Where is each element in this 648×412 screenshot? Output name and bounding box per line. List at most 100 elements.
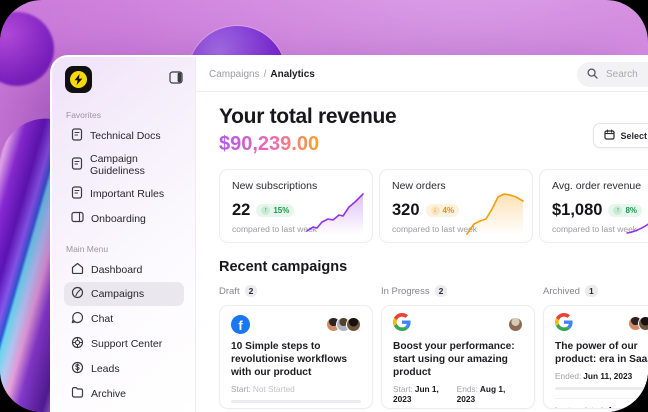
select-dates-label: Select Dates [620, 131, 648, 141]
sparkline-purple [306, 189, 364, 235]
breadcrumb-current: Analytics [270, 69, 314, 80]
arrow-up-icon: ↑ [613, 206, 622, 215]
delta-badge: ↓ 4% [426, 204, 460, 217]
avatar-group [628, 316, 648, 331]
sidebar-item-campaigns[interactable]: Campaigns [64, 282, 184, 306]
campaign-card-in-progress[interactable]: Boost your performance: start using our … [381, 305, 535, 409]
delta-value: 4% [443, 206, 455, 215]
sidebar-item-chat[interactable]: Chat [64, 307, 184, 331]
stat-value: $1,080 [552, 201, 602, 220]
document-icon [71, 128, 83, 144]
campaign-columns: Draft 2 f [219, 285, 648, 409]
sparkline-orange [466, 189, 524, 235]
column-archived: Archived 1 [543, 285, 648, 409]
column-name: In Progress [381, 286, 430, 297]
column-draft: Draft 2 f [219, 285, 373, 409]
stats-row: New subscriptions 22 ↑ 15% compared to l… [219, 169, 648, 243]
column-count-badge: 1 [585, 285, 598, 297]
column-in-progress: In Progress 2 [381, 285, 535, 409]
breadcrumb-parent[interactable]: Campaigns [209, 69, 260, 80]
updated-label: Last updated: [555, 405, 605, 409]
avatar [508, 317, 523, 332]
select-dates-button[interactable]: Select Dates [593, 123, 648, 148]
sidebar-item-label: Important Rules [90, 188, 164, 200]
column-name: Draft [219, 286, 240, 297]
sidebar-item-label: Chat [91, 313, 113, 325]
revenue-header: Your total revenue $90,239.00 Select Dat… [219, 105, 648, 156]
arrow-up-icon: ↑ [261, 206, 270, 215]
sidebar-item-label: Technical Docs [90, 130, 161, 142]
total-revenue-amount: $90,239.00 [219, 133, 319, 156]
sparkline-purple [626, 189, 648, 235]
delta-badge: ↑ 15% [256, 204, 294, 217]
sidebar-item-archive[interactable]: Archive [64, 382, 184, 405]
meta-label: Ends: [457, 384, 478, 394]
sidebar-item-label: Campaign Guideliness [90, 153, 177, 177]
stat-card-new-subscriptions: New subscriptions 22 ↑ 15% compared to l… [219, 169, 373, 243]
breadcrumb-separator: / [264, 69, 267, 80]
header-actions: Select Dates [593, 123, 648, 148]
stat-value: 320 [392, 201, 420, 220]
search-icon [587, 66, 598, 84]
progress-bar [555, 387, 648, 390]
column-count-badge: 2 [435, 285, 448, 297]
google-icon [555, 313, 573, 336]
sidebar-item-label: Campaigns [91, 288, 144, 300]
meta-value: Not Started [253, 384, 295, 394]
meta-label: Start: [231, 384, 251, 394]
campaign-title: 10 Simple steps to revolutionise workflo… [231, 340, 361, 379]
dollar-circle-icon [71, 361, 84, 377]
avatar [638, 316, 648, 331]
sidebar-item-label: Support Center [91, 338, 162, 350]
sidebar-item-campaign-guideliness[interactable]: Campaign Guideliness [64, 149, 184, 181]
sidebar-item-label: Dashboard [91, 264, 142, 276]
avatar [346, 317, 361, 332]
column-name: Archived [543, 286, 580, 297]
campaigns-icon [71, 286, 84, 302]
recent-campaigns-heading: Recent campaigns [219, 259, 648, 275]
breadcrumb: Campaigns / Analytics [209, 69, 315, 80]
sidebar-item-onboarding[interactable]: Onboarding [64, 207, 184, 230]
main-menu-section-label: Main Menu [66, 244, 183, 254]
campaign-card-draft[interactable]: f 10 Simple steps to revolutionise workf… [219, 305, 373, 409]
sidebar-item-label: Onboarding [91, 213, 146, 225]
search-input[interactable] [604, 68, 648, 81]
stat-card-new-orders: New orders 320 ↓ 4% compared to last wee… [379, 169, 533, 243]
sidebar-item-leads[interactable]: Leads [64, 357, 184, 381]
app-logo [65, 66, 92, 93]
sidebar-collapse-icon[interactable] [169, 71, 183, 89]
sidebar: Favorites Technical Docs Campaign Guidel… [52, 57, 196, 412]
sidebar-item-technical-docs[interactable]: Technical Docs [64, 124, 184, 148]
campaign-title: Boost your performance: start using our … [393, 340, 523, 379]
search-bar[interactable] [577, 62, 648, 87]
marketing-screenshot: Favorites Technical Docs Campaign Guidel… [0, 0, 648, 412]
google-icon [393, 313, 411, 336]
sidebar-item-important-rules[interactable]: Important Rules [64, 182, 184, 206]
sidebar-item-label: Leads [91, 363, 120, 375]
facebook-icon: f [231, 315, 250, 334]
campaign-card-archived[interactable]: The power of our product: era in SaaS En… [543, 305, 648, 409]
favorites-section-label: Favorites [66, 110, 183, 120]
sidebar-item-dashboard[interactable]: Dashboard [64, 258, 184, 281]
topbar: Campaigns / Analytics [196, 57, 648, 92]
calendar-icon [604, 129, 615, 142]
sidebar-item-label: Archive [91, 388, 126, 400]
chat-bubble-icon [71, 311, 84, 327]
updated-value: Apr 10, 2023 [607, 405, 648, 409]
arrow-down-icon: ↓ [431, 206, 440, 215]
book-icon [71, 211, 84, 226]
meta-label: Start: [393, 384, 413, 394]
avatar-group [326, 317, 361, 332]
meta-label: Ended: [555, 371, 581, 381]
column-count-badge: 2 [245, 285, 258, 297]
stat-value: 22 [232, 201, 250, 220]
document-icon [71, 157, 83, 173]
delta-value: 15% [273, 206, 289, 215]
folder-icon [71, 386, 84, 401]
document-icon [71, 186, 83, 202]
page-title: Your total revenue [219, 105, 648, 129]
lightning-logo-icon [70, 71, 87, 88]
stat-card-avg-order-revenue: Avg. order revenue $1,080 ↑ 8% compared … [539, 169, 648, 243]
sidebar-item-support-center[interactable]: Support Center [64, 332, 184, 356]
lifebuoy-icon [71, 336, 84, 352]
